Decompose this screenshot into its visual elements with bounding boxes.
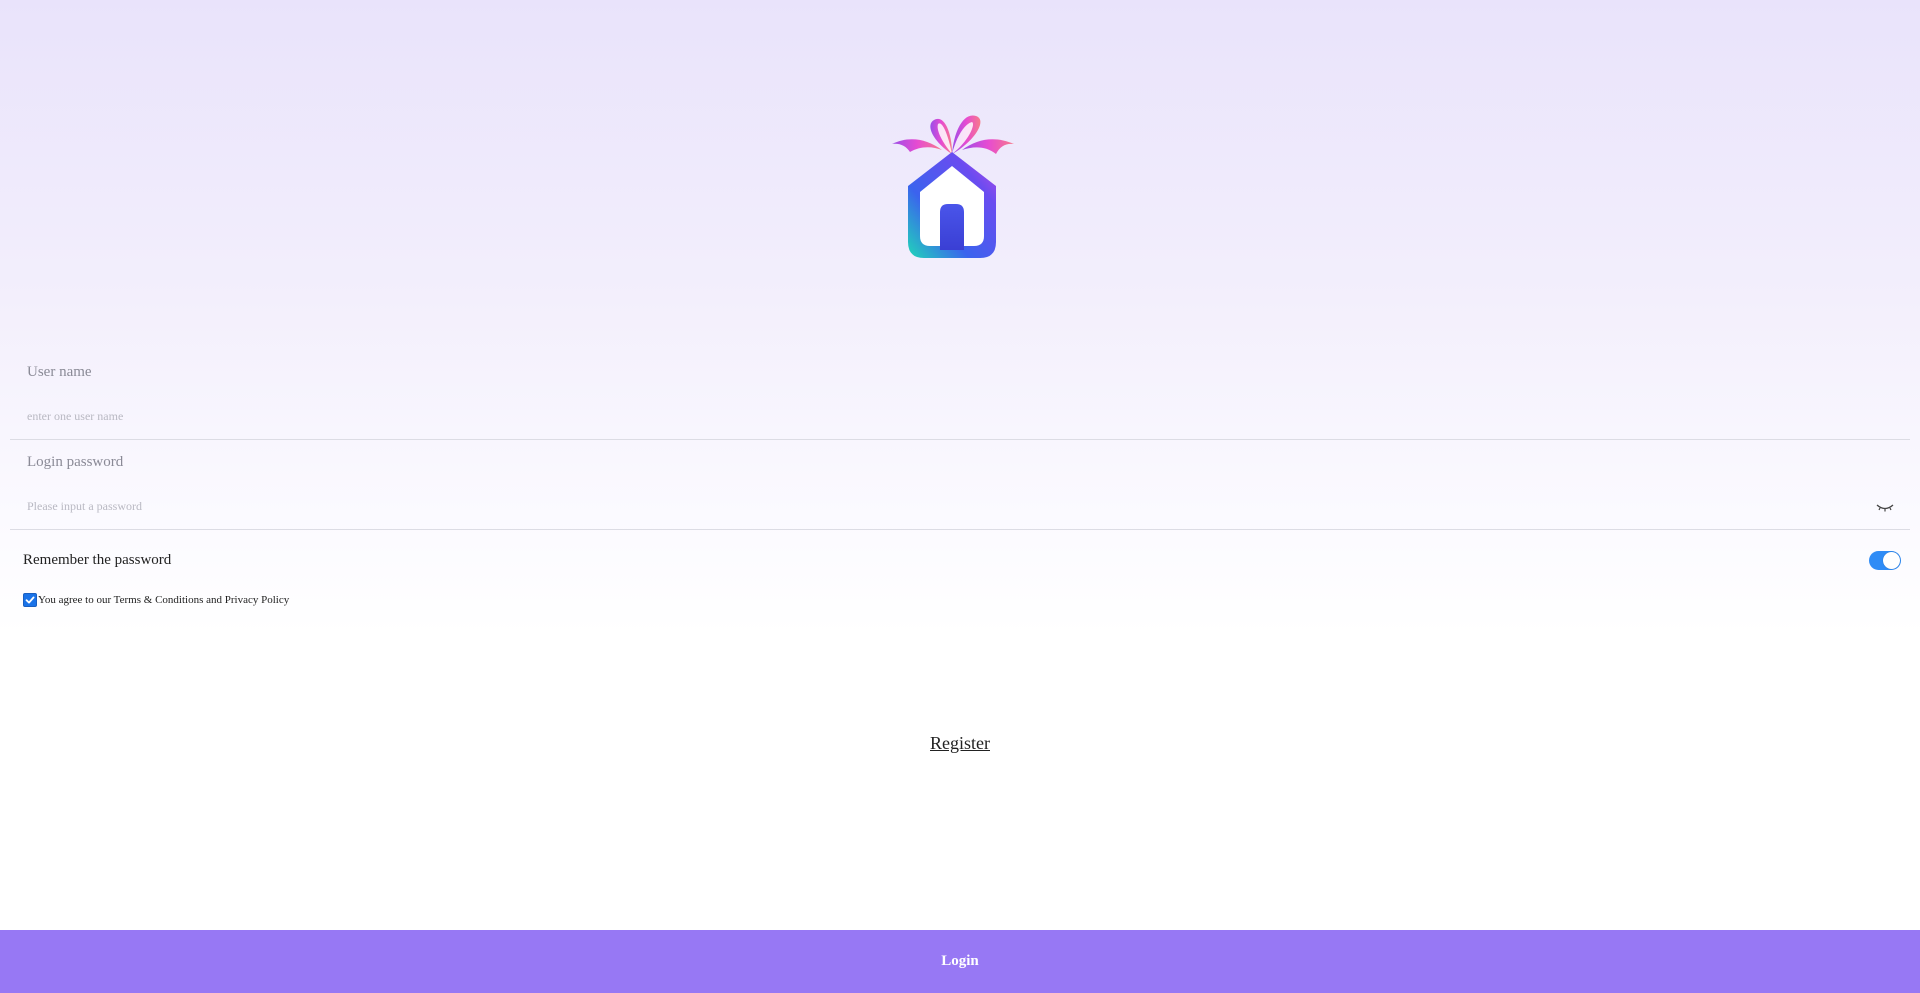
agreement-checkbox[interactable]: [23, 593, 37, 607]
password-field: Login password: [10, 445, 1910, 530]
toggle-knob: [1883, 552, 1900, 569]
remember-password-row: Remember the password: [23, 549, 1901, 573]
checkmark-icon: [25, 596, 35, 604]
remember-password-toggle[interactable]: [1869, 551, 1901, 570]
login-button[interactable]: Login: [0, 930, 1920, 993]
username-input[interactable]: [27, 405, 1867, 427]
register-link-wrap: Register: [0, 733, 1920, 754]
username-label: User name: [27, 364, 92, 380]
password-label: Login password: [27, 454, 124, 470]
password-input[interactable]: [27, 495, 1867, 517]
eye-closed-icon[interactable]: [1876, 500, 1894, 512]
app-logo: [890, 112, 1016, 260]
register-link[interactable]: Register: [930, 733, 990, 753]
username-field: User name: [10, 355, 1910, 440]
gift-house-icon: [892, 115, 1014, 258]
remember-password-label: Remember the password: [23, 552, 172, 568]
agreement-text: You agree to our Terms & Conditions and …: [38, 594, 290, 606]
agreement-row: You agree to our Terms & Conditions and …: [23, 592, 289, 608]
